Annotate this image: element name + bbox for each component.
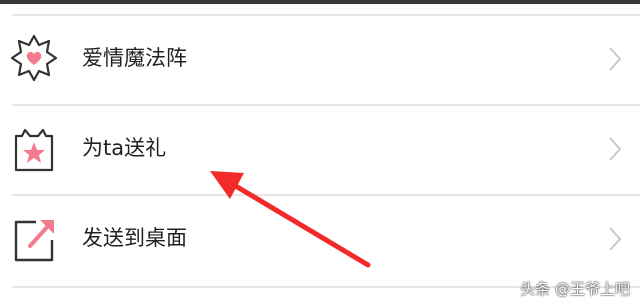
chevron-right-icon: [608, 136, 622, 162]
menu-item-love-magic-circle[interactable]: 爱情魔法阵: [0, 16, 640, 104]
top-edge-bar: [0, 0, 640, 4]
annotation-arrow-icon: [200, 165, 380, 275]
watermark-text: 头条 @王爷上吧: [520, 280, 630, 298]
chevron-right-icon: [608, 46, 622, 72]
chevron-right-icon: [608, 226, 622, 252]
screen: 爱情魔法阵 为ta送礼 发送到桌面 头条 @王爷上吧: [0, 0, 640, 305]
menu-item-label: 发送到桌面: [82, 226, 187, 250]
menu-item-label: 为ta送礼: [82, 136, 167, 160]
menu-item-label: 爱情魔法阵: [82, 46, 187, 70]
send-to-desktop-icon: [10, 212, 58, 264]
gift-star-box-icon: [10, 122, 58, 174]
star-heart-badge-icon: [10, 32, 58, 84]
